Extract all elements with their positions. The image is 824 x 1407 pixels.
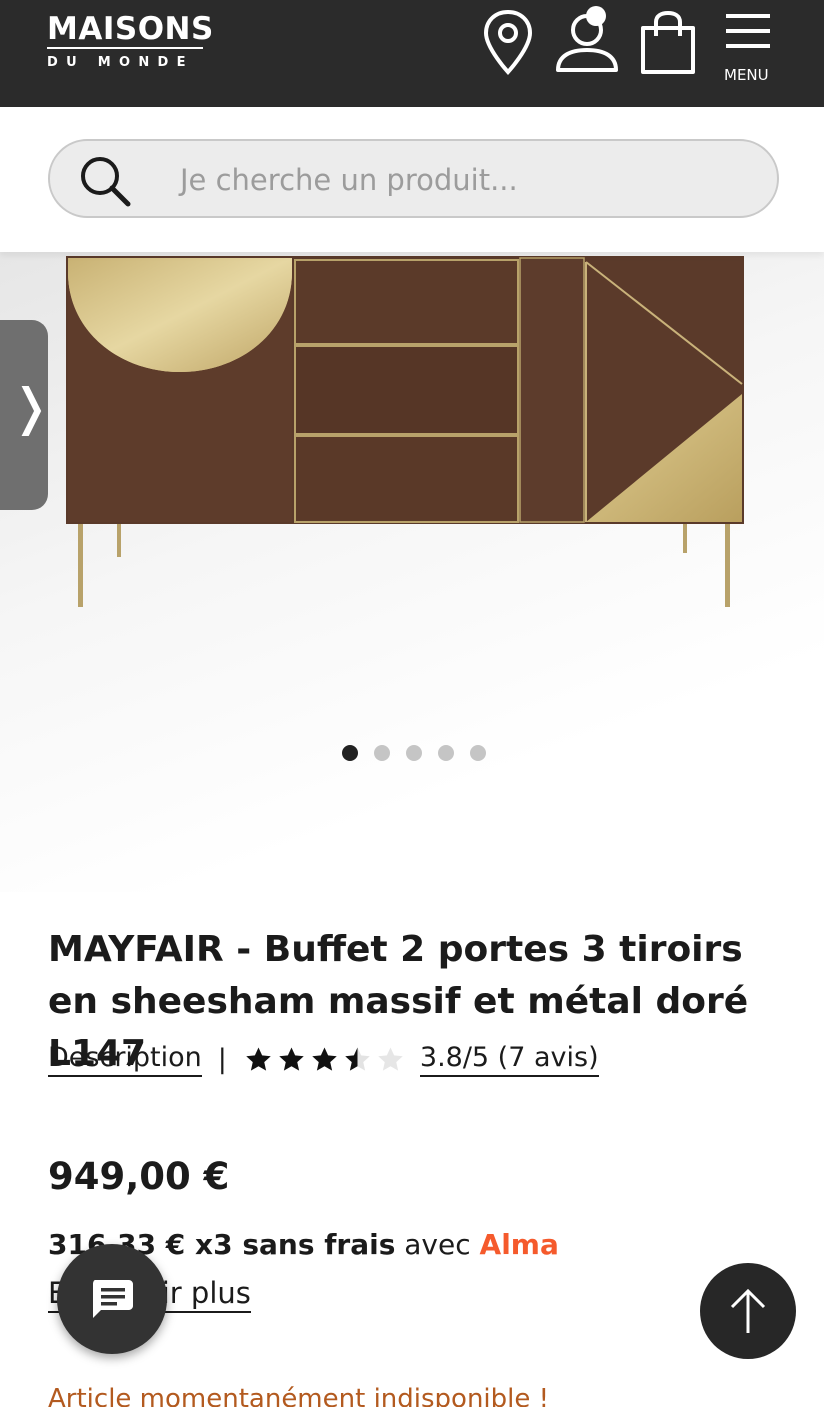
menu-label[interactable]: MENU bbox=[724, 66, 769, 84]
star-full-icon bbox=[312, 1047, 337, 1071]
meta-separator: | bbox=[217, 1044, 227, 1075]
brand-logo[interactable]: MAISONS DU MONDE bbox=[47, 12, 214, 70]
chevron-right-icon: ❭ bbox=[10, 378, 52, 436]
availability-status[interactable]: Article momentanément indisponible ! bbox=[48, 1384, 549, 1407]
installment-with: avec bbox=[395, 1228, 480, 1261]
chat-icon bbox=[93, 1280, 133, 1318]
search-input[interactable]: Je cherche un produit... bbox=[48, 139, 779, 218]
menu-icon[interactable] bbox=[724, 12, 772, 50]
store-locator-icon[interactable] bbox=[482, 8, 534, 78]
gallery-dot-4[interactable] bbox=[438, 745, 454, 761]
site-header: MAISONS DU MONDE MENU bbox=[0, 0, 824, 107]
cart-icon[interactable] bbox=[638, 10, 698, 76]
gallery-dot-1[interactable] bbox=[342, 745, 358, 761]
reviews-link[interactable]: 3.8/5 (7 avis) bbox=[419, 1042, 599, 1077]
account-icon[interactable] bbox=[554, 4, 622, 76]
side-drawer-toggle[interactable]: ❭ bbox=[0, 320, 52, 510]
gallery-dot-2[interactable] bbox=[374, 745, 390, 761]
product-price: 949,00 € bbox=[48, 1155, 230, 1198]
arrow-up-icon bbox=[730, 1288, 766, 1333]
search-placeholder: Je cherche un produit... bbox=[180, 163, 518, 197]
star-half-icon bbox=[345, 1047, 370, 1071]
search-icon bbox=[81, 157, 131, 207]
rating-stars bbox=[243, 1045, 406, 1075]
logo-main-text: MAISONS bbox=[47, 11, 214, 47]
gallery-pagination bbox=[342, 745, 486, 761]
back-to-top-button[interactable] bbox=[700, 1263, 796, 1359]
chat-button[interactable] bbox=[57, 1244, 167, 1354]
search-bar-container: Je cherche un produit... bbox=[0, 107, 824, 252]
gallery-dot-5[interactable] bbox=[470, 745, 486, 761]
product-gallery[interactable] bbox=[0, 252, 824, 892]
alma-logo: Alma bbox=[479, 1228, 559, 1261]
star-full-icon bbox=[246, 1047, 271, 1071]
star-empty-icon bbox=[378, 1047, 403, 1071]
star-full-icon bbox=[279, 1047, 304, 1071]
gallery-dot-3[interactable] bbox=[406, 745, 422, 761]
logo-sub-text: DU MONDE bbox=[47, 47, 203, 70]
description-link[interactable]: Description bbox=[48, 1042, 202, 1077]
product-meta: Description | 3.8/5 (7 avis) bbox=[48, 1042, 599, 1077]
product-image[interactable] bbox=[0, 252, 824, 652]
